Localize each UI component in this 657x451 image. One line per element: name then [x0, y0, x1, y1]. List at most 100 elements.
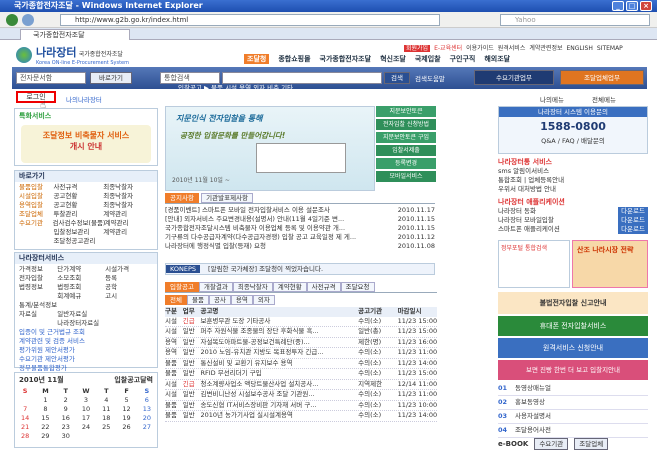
- calendar-day[interactable]: 25: [96, 423, 116, 432]
- service-link[interactable]: [19, 319, 57, 328]
- service-bullet[interactable]: 계약관련 및 검증 서비스: [19, 337, 153, 346]
- bid-tab[interactable]: 사전규격: [306, 282, 341, 292]
- service-link[interactable]: [57, 301, 105, 310]
- shortcut-link[interactable]: 계약관리: [103, 210, 153, 219]
- calendar-day[interactable]: 6: [137, 396, 157, 405]
- bid-subtab[interactable]: 공사: [208, 295, 231, 305]
- service-link[interactable]: 법령정보: [19, 283, 57, 292]
- tab-notices[interactable]: 공지사항: [165, 193, 199, 203]
- table-row[interactable]: 용역 일반 자설복도아파트물-공정보건특례단(중)... 제한(명) 11/23 16:…: [165, 338, 437, 348]
- calendar-day[interactable]: 7: [15, 405, 35, 414]
- service-link[interactable]: 단가계약: [57, 265, 105, 274]
- table-row[interactable]: 시설 일반 김변비니난성 시설보수공사 조달 기관원... 수의(소) 11/23 11…: [165, 390, 437, 401]
- calendar-day[interactable]: 12: [116, 405, 136, 414]
- notice-title[interactable]: 나라장터에 행정식별 입찰(등재) 요청: [165, 242, 380, 251]
- calendar-day[interactable]: [116, 432, 136, 441]
- calendar-day[interactable]: [76, 432, 96, 441]
- banner-menu-item[interactable]: 지문보안토큰 구입: [376, 132, 436, 143]
- remote-link[interactable]: 원격서비스: [498, 45, 526, 52]
- ebook-supplier-button[interactable]: 조달업체: [574, 438, 609, 450]
- link-title[interactable]: 사용자설명서: [515, 410, 551, 423]
- ebook-agency-button[interactable]: 수요기관: [534, 438, 569, 450]
- minimize-button[interactable]: _: [612, 1, 624, 11]
- calendar-day[interactable]: 8: [35, 405, 55, 414]
- koneps-banner[interactable]: KONEPS [알림한 국가체장] 조달청이 찍었자습니다.: [165, 263, 435, 275]
- agency-work-button[interactable]: 수요기관업무: [474, 70, 554, 85]
- notice-title[interactable]: 국가종합전자조달시스템 비축물자 이용업체 등록 및 이용약관 개...: [165, 224, 380, 233]
- app-name[interactable]: 나라장터 모바일입찰: [498, 216, 554, 225]
- shortcut-link[interactable]: 최종낙찰자: [103, 183, 153, 192]
- service-link[interactable]: [105, 319, 153, 328]
- shortcut-link[interactable]: 조달청공고관리: [53, 237, 103, 246]
- resource-link[interactable]: 04 조달용어사전: [498, 424, 648, 438]
- shortcut-link[interactable]: 공고현황: [53, 192, 103, 201]
- table-row[interactable]: 물품 일반 RFID 무선리더기 구입 수의(소) 11/23 15:00: [165, 369, 437, 380]
- service-link[interactable]: 회계예규: [57, 292, 105, 301]
- calendar-day[interactable]: 20: [137, 414, 157, 423]
- calendar-day[interactable]: [96, 432, 116, 441]
- my-menu-select[interactable]: 나의메뉴: [540, 94, 564, 104]
- calendar-day[interactable]: 3: [76, 396, 96, 405]
- shortcut-link[interactable]: [19, 228, 53, 237]
- browser-tab[interactable]: 국가종합전자조달: [20, 29, 130, 40]
- service-link[interactable]: 소모조회: [57, 274, 105, 283]
- search-help[interactable]: 검색도움말: [415, 73, 445, 83]
- calendar-day[interactable]: 23: [56, 423, 76, 432]
- shortcut-link[interactable]: 조달업체: [19, 210, 53, 219]
- calendar-day[interactable]: 17: [76, 414, 96, 423]
- service-link[interactable]: [105, 310, 153, 319]
- calendar-day[interactable]: 24: [76, 423, 96, 432]
- notice-row[interactable]: 나라장터에 행정식별 입찰(등재) 요청 2010.11.08: [165, 242, 435, 251]
- close-button[interactable]: ×: [640, 1, 652, 11]
- bid-subtab[interactable]: 외자: [252, 295, 275, 305]
- service-bullet[interactable]: 평가위원 제안서평가: [19, 346, 153, 355]
- address-input[interactable]: http://www.g2b.go.kr/index.html: [60, 14, 440, 26]
- bid-tab[interactable]: 계약현황: [272, 282, 307, 292]
- site-logo[interactable]: 나라장터 국가종합전자조달 Korea ON-line E-Procuremen…: [16, 44, 166, 66]
- supplier-work-button[interactable]: 조달업체업무: [560, 70, 644, 85]
- service-bullet[interactable]: 입증이 및 근거법규 조회: [19, 328, 153, 337]
- login-button[interactable]: 로그인: [16, 91, 56, 103]
- bid-cell[interactable]: 보훈병무관 도장 기타공사: [200, 317, 358, 327]
- search-button[interactable]: 검색: [384, 72, 410, 84]
- search-input[interactable]: Yahoo: [500, 14, 650, 26]
- calendar-day[interactable]: 29: [35, 432, 55, 441]
- tab-agency-notices[interactable]: 기관발표제사항: [201, 193, 254, 203]
- calendar-day[interactable]: 26: [116, 423, 136, 432]
- service-link[interactable]: 통합조회 | 업체등록안내: [498, 176, 648, 185]
- shortcut-link[interactable]: 물품입찰: [19, 183, 53, 192]
- shortcut-link[interactable]: [103, 237, 153, 246]
- table-row[interactable]: 시설 일반 퍼주 자원식물 조종물의 장단 후화식물 흑... 일반(총) 11/23 …: [165, 327, 437, 338]
- shortcut-link[interactable]: 입찰정보관리: [53, 228, 103, 237]
- bid-cell[interactable]: 2010년 농가기사업 실시설계용역: [200, 411, 358, 421]
- nav-innovation[interactable]: 혁신조달: [380, 55, 406, 63]
- nav-mall[interactable]: 종합쇼핑몰: [278, 55, 310, 63]
- calendar-day[interactable]: 11: [96, 405, 116, 414]
- table-row[interactable]: 물품 일반 통신설비 및 교환기 유지보수 용역 수의(소) 11/23 14:00: [165, 359, 437, 369]
- link-title[interactable]: 홍보동영상: [515, 396, 545, 409]
- shortcut-link[interactable]: 용역입찰: [19, 201, 53, 210]
- shortcut-link[interactable]: 시설입찰: [19, 192, 53, 201]
- notice-row[interactable]: [안내] 외자서비스 주요변경내용(설명서) 안내(11월 4일기준 변... 2…: [165, 215, 435, 224]
- forward-icon[interactable]: [22, 14, 34, 26]
- service-link[interactable]: 가격정보: [19, 265, 57, 274]
- service-link[interactable]: 자료실: [19, 310, 57, 319]
- service-link[interactable]: 법령조회: [57, 283, 105, 292]
- calendar-day[interactable]: 21: [15, 423, 35, 432]
- special-service-banner[interactable]: 조달정보 비축물자 서비스 개시 안내: [21, 125, 151, 163]
- banner-menu-item[interactable]: 모바일서비스: [376, 171, 436, 182]
- banner-menu-item[interactable]: 지문보안토큰: [376, 106, 436, 117]
- bid-guide-banner[interactable]: 보면 진빵 한번 더 보고 입찰지안내: [498, 360, 648, 380]
- join-link[interactable]: 회원가입: [404, 45, 431, 52]
- service-link[interactable]: 등록: [105, 274, 153, 283]
- download-button[interactable]: 다운로드: [618, 207, 648, 216]
- banner-menu-item[interactable]: 전자입찰 신청방법: [376, 119, 436, 130]
- service-link[interactable]: 전자입찰: [19, 274, 57, 283]
- nav-intl-bid[interactable]: 국제입찰: [415, 55, 441, 63]
- service-link[interactable]: sms 알림이서비스: [498, 167, 648, 176]
- shortcut-link[interactable]: 수요기관: [19, 219, 53, 228]
- calendar-day[interactable]: 1: [35, 396, 55, 405]
- service-link[interactable]: 나라장터자료실: [57, 319, 105, 328]
- table-row[interactable]: 물품 일반 2010년 농가기사업 실시설계용역 수의(소) 11/23 14:00: [165, 411, 437, 422]
- nav-pps[interactable]: 조달청: [244, 54, 270, 64]
